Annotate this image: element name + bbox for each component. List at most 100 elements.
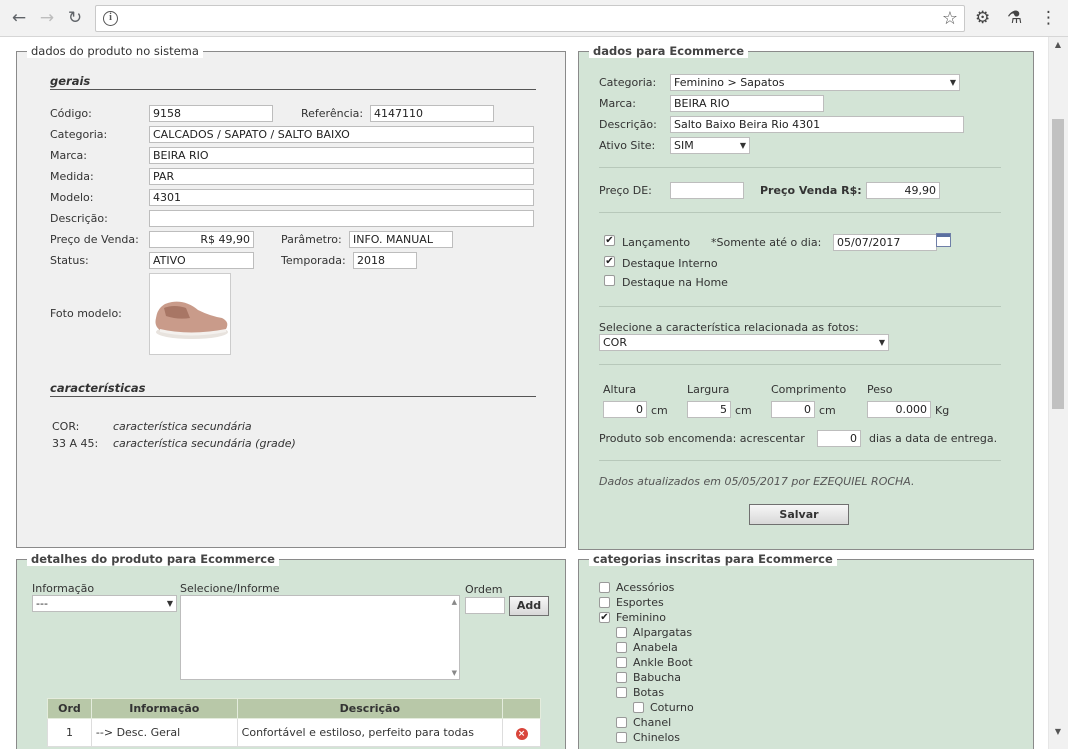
comprimento-unit: cm (819, 404, 836, 417)
modelo-field[interactable]: 4301 (149, 189, 534, 206)
informacao-select[interactable]: --- (32, 595, 177, 612)
category-checkbox[interactable] (616, 672, 627, 683)
bookmark-star-icon[interactable]: ☆ (942, 8, 958, 29)
destaque-interno-label: Destaque Interno (622, 257, 718, 270)
info-icon[interactable]: i (103, 11, 118, 26)
ordem-field[interactable] (465, 597, 505, 614)
category-label: Chanel (633, 716, 672, 729)
altura-label: Altura (603, 383, 637, 396)
divider (599, 306, 1001, 307)
ativo-site-select[interactable]: SIM (670, 137, 750, 154)
caracteristica-fotos-value: COR (603, 336, 627, 349)
preco-venda-field[interactable]: 49,90 (866, 182, 940, 199)
table-header-action (502, 698, 541, 719)
category-checkbox[interactable] (616, 627, 627, 638)
product-photo[interactable] (149, 273, 231, 355)
destaque-interno-checkbox[interactable]: ✔ (604, 256, 615, 267)
parametro-field[interactable]: INFO. MANUAL (349, 231, 453, 248)
categoria-field[interactable]: CALCADOS / SAPATO / SALTO BAIXO (149, 126, 534, 143)
temporada-field[interactable]: 2018 (353, 252, 417, 269)
scroll-up-icon[interactable]: ▲ (1049, 40, 1067, 49)
scroll-up-icon[interactable]: ▲ (452, 598, 457, 606)
caracteristica-fotos-label: Selecione a característica relacionada a… (599, 321, 859, 334)
cell-informacao: --> Desc. Geral (90, 718, 238, 747)
ecom-categoria-select[interactable]: Feminino > Sapatos (670, 74, 960, 91)
preco-de-field[interactable] (670, 182, 744, 199)
shoe-image (155, 301, 228, 339)
cell-descricao: Confortável e estiloso, perfeito para to… (236, 718, 504, 747)
category-checkbox[interactable] (599, 597, 610, 608)
category-label: Feminino (616, 611, 666, 624)
forward-icon[interactable]: → (35, 6, 59, 30)
categoria-label: Categoria: (50, 128, 108, 141)
eyedropper-icon[interactable]: ⚗ (1007, 8, 1022, 28)
category-checkbox[interactable] (616, 732, 627, 743)
category-checkbox[interactable] (616, 687, 627, 698)
ecommerce-panel: dados para Ecommerce Categoria: Feminino… (578, 44, 1034, 550)
ecom-descricao-label: Descrição: (599, 118, 657, 131)
menu-icon[interactable]: ⋮ (1040, 8, 1057, 28)
largura-field[interactable]: 5 (687, 401, 731, 418)
category-checkbox[interactable] (616, 717, 627, 728)
marca-label: Marca: (50, 149, 88, 162)
add-button[interactable]: Add (509, 596, 549, 616)
details-table: Ord Informação Descrição 1 --> Desc. Ger… (47, 698, 541, 747)
browser-toolbar: ← → ↻ i ☆ ⚙ ⚗ ⋮ (0, 0, 1068, 37)
encomenda-dias-field[interactable]: 0 (817, 430, 861, 447)
scroll-down-icon[interactable]: ▼ (1049, 727, 1067, 736)
scroll-down-icon[interactable]: ▼ (452, 669, 457, 677)
product-details-panel: detalhes do produto para Ecommerce Infor… (16, 552, 566, 749)
lancamento-checkbox[interactable]: ✔ (604, 235, 615, 246)
back-icon[interactable]: ← (7, 6, 31, 30)
gerais-title: gerais (50, 74, 91, 88)
calendar-icon[interactable] (936, 233, 951, 247)
category-checkbox[interactable] (599, 582, 610, 593)
caracteristica-value: característica secundária (grade) (113, 437, 296, 450)
reload-icon[interactable]: ↻ (63, 6, 87, 30)
ativo-site-value: SIM (674, 139, 694, 152)
cell-action: × (502, 718, 541, 747)
caracteristicas-title: características (50, 381, 146, 395)
lancamento-label: Lançamento (622, 236, 691, 249)
ecom-marca-field[interactable]: BEIRA RIO (670, 95, 824, 112)
scroll-thumb[interactable] (1052, 119, 1064, 409)
salvar-button[interactable]: Salvar (749, 504, 849, 525)
comprimento-field[interactable]: 0 (771, 401, 815, 418)
somente-date-field[interactable]: 05/07/2017 (833, 234, 937, 251)
largura-unit: cm (735, 404, 752, 417)
category-label: Coturno (650, 701, 694, 714)
caracteristica-fotos-select[interactable]: COR (599, 334, 889, 351)
altura-field[interactable]: 0 (603, 401, 647, 418)
address-bar[interactable]: i ☆ (95, 5, 965, 32)
selecione-textarea[interactable]: ▲ ▼ (180, 595, 460, 680)
ecom-descricao-field[interactable]: Salto Baixo Beira Rio 4301 (670, 116, 964, 133)
gear-icon[interactable]: ⚙ (975, 8, 990, 28)
medida-label: Medida: (50, 170, 94, 183)
category-checkbox[interactable] (633, 702, 644, 713)
caracteristica-value: característica secundária (113, 420, 252, 433)
informacao-label: Informação (32, 582, 95, 595)
status-field[interactable]: ATIVO (149, 252, 254, 269)
category-checkbox[interactable] (616, 642, 627, 653)
category-checkbox[interactable] (616, 657, 627, 668)
referencia-label: Referência: (301, 107, 364, 120)
ecom-categoria-label: Categoria: (599, 76, 657, 89)
parametro-label: Parâmetro: (281, 233, 342, 246)
peso-field[interactable]: 0.000 (867, 401, 931, 418)
referencia-field[interactable]: 4147110 (370, 105, 494, 122)
destaque-home-label: Destaque na Home (622, 276, 728, 289)
marca-field[interactable]: BEIRA RIO (149, 147, 534, 164)
page-scrollbar[interactable]: ▲ ▼ (1048, 37, 1068, 749)
ordem-label: Ordem (465, 583, 503, 596)
category-label: Acessórios (616, 581, 675, 594)
delete-icon[interactable]: × (515, 727, 528, 740)
table-header-ord: Ord (47, 698, 92, 719)
codigo-field[interactable]: 9158 (149, 105, 273, 122)
destaque-home-checkbox[interactable] (604, 275, 615, 286)
medida-field[interactable]: PAR (149, 168, 534, 185)
descricao-field[interactable] (149, 210, 534, 227)
category-checkbox[interactable]: ✔ (599, 612, 610, 623)
largura-label: Largura (687, 383, 730, 396)
preco-venda-field[interactable]: R$ 49,90 (149, 231, 254, 248)
ecom-marca-label: Marca: (599, 97, 637, 110)
